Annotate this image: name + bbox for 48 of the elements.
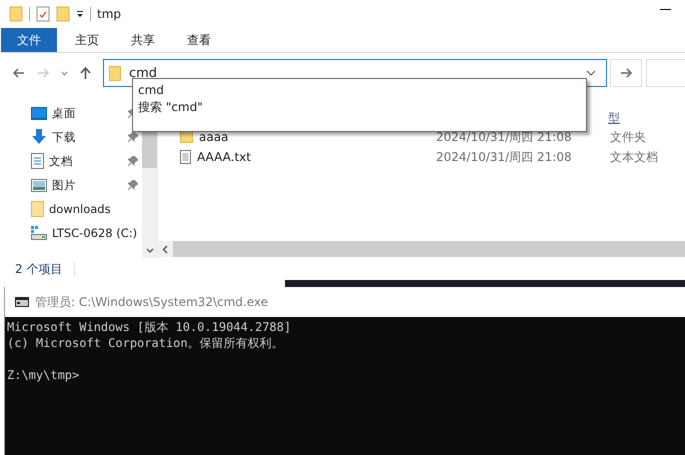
console-line: Microsoft Windows [版本 10.0.19044.2788]	[7, 319, 292, 335]
go-button[interactable]	[610, 59, 642, 87]
pin-icon[interactable]	[128, 132, 138, 142]
file-type: 文本文档	[610, 148, 658, 166]
search-field[interactable]	[646, 59, 685, 87]
sidebar-item[interactable]: 图片	[52, 178, 76, 192]
address-value: cmd	[129, 66, 158, 80]
sidebar-item[interactable]: LTSC-0628 (C:)	[52, 226, 138, 240]
desktop-icon	[31, 106, 47, 120]
file-name[interactable]: AAAA.txt	[197, 150, 251, 164]
pin-icon[interactable]	[128, 156, 138, 166]
download-arrow-icon	[31, 129, 47, 145]
item-count: 2 个项目	[15, 260, 62, 278]
command-prompt[interactable]: Z:\my\tmp>	[7, 367, 685, 383]
sidebar-item[interactable]: 文档	[49, 154, 73, 168]
folder-icon	[31, 201, 44, 217]
date-modified: 2024/10/31/周四 21:08	[436, 148, 573, 166]
file-type: 文件夹	[610, 128, 646, 146]
checklist-icon[interactable]	[36, 6, 50, 22]
picture-icon	[31, 178, 47, 192]
up-arrow-icon[interactable]	[80, 67, 91, 79]
minimize-icon[interactable]	[660, 9, 671, 11]
suggestion-item[interactable]: 搜索 "cmd"	[138, 99, 581, 116]
file-name[interactable]: aaaa	[199, 130, 228, 144]
arrow-right-icon	[620, 68, 632, 78]
chevron-left-icon[interactable]	[162, 244, 168, 254]
column-header[interactable]: 型	[608, 110, 620, 127]
chevron-down-icon[interactable]	[146, 248, 154, 253]
folder-icon	[9, 6, 23, 22]
text-file-icon	[180, 150, 191, 164]
chevron-down-icon[interactable]	[586, 70, 596, 76]
back-icon[interactable]	[13, 68, 25, 78]
scrollbar[interactable]	[158, 241, 685, 257]
sidebar-item[interactable]: downloads	[49, 202, 111, 216]
sidebar-item[interactable]: 桌面	[52, 106, 76, 120]
folder-icon	[109, 66, 121, 80]
window-title: tmp	[97, 7, 122, 21]
console-line: (c) Microsoft Corporation。保留所有权利。	[7, 335, 285, 351]
pin-icon[interactable]	[128, 180, 138, 190]
window-title: 管理员: C:\Windows\System32\cmd.exe	[35, 294, 268, 310]
drive-icon	[31, 226, 47, 240]
ribbon-tab[interactable]: 文件	[1, 28, 57, 52]
chevron-down-icon[interactable]	[61, 70, 68, 76]
document-icon	[31, 153, 44, 169]
sidebar-item[interactable]: 下载	[52, 130, 76, 144]
dropdown-icon[interactable]	[76, 10, 84, 18]
folder-icon	[180, 131, 193, 143]
console-icon	[15, 297, 29, 307]
